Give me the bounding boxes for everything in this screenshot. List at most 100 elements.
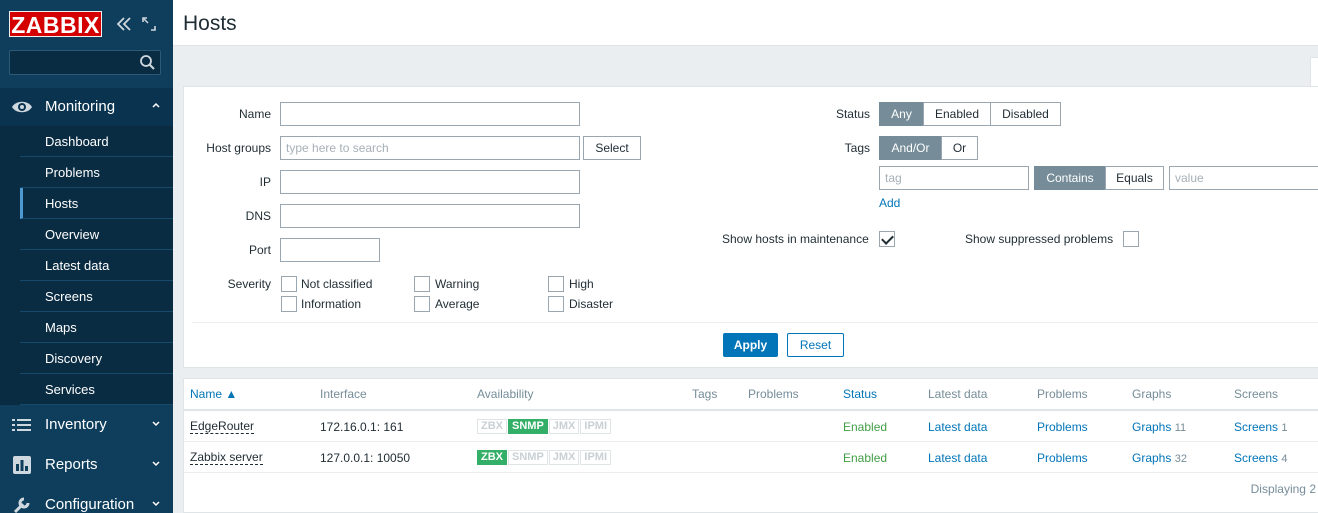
sidebar-search-input[interactable]	[9, 50, 161, 75]
sidebar-item-overview[interactable]: Overview	[20, 219, 173, 250]
column-status-header[interactable]: Status	[843, 387, 877, 401]
host-name-link[interactable]: EdgeRouter	[190, 420, 255, 434]
logo-row: ZABBIX	[9, 11, 169, 39]
hosts-table: Name ▲ Interface Availability Tags Probl…	[183, 378, 1318, 513]
chevron-down-icon	[152, 421, 160, 427]
nav-configuration[interactable]: Configuration	[0, 486, 173, 513]
filter-tab[interactable]	[1310, 57, 1318, 87]
severity-average-checkbox[interactable]	[414, 296, 430, 312]
sidebar-item-problems[interactable]: Problems	[20, 157, 173, 188]
port-label: Port	[248, 243, 271, 257]
tag-name-input[interactable]	[879, 166, 1029, 190]
nav-inventory[interactable]: Inventory	[0, 406, 173, 444]
severity-information-checkbox[interactable]	[281, 296, 297, 312]
show-maintenance-checkbox[interactable]	[879, 231, 895, 247]
tags-or-option[interactable]: Or	[941, 136, 978, 160]
host-status[interactable]: Enabled	[843, 420, 887, 434]
tags-operator-segmented: And/Or Or	[879, 136, 978, 160]
wrench-icon	[13, 497, 30, 513]
availability-badges: ZBX SNMP JMX IPMI	[477, 419, 612, 434]
zabbix-logo[interactable]: ZABBIX	[9, 11, 102, 38]
tag-value-input[interactable]	[1169, 166, 1318, 190]
sidebar-item-hosts[interactable]: Hosts	[20, 188, 173, 219]
reset-button[interactable]: Reset	[787, 333, 844, 357]
name-input[interactable]	[280, 102, 580, 126]
column-availability-header: Availability	[477, 387, 534, 401]
tags-andor-option[interactable]: And/Or	[879, 136, 942, 160]
jmx-badge: JMX	[548, 450, 580, 465]
chevron-down-icon	[152, 501, 160, 507]
latest-data-link[interactable]: Latest data	[928, 451, 987, 465]
maintenance-label: Show hosts in maintenance	[722, 232, 869, 246]
host-interface: 172.16.0.1: 161	[320, 420, 404, 434]
chevron-up-icon	[152, 102, 160, 108]
apply-button[interactable]: Apply	[723, 333, 778, 357]
table-row: EdgeRouter 172.16.0.1: 161 ZBX SNMP JMX …	[184, 411, 1318, 442]
add-tag-link[interactable]: Add	[879, 196, 900, 210]
port-input[interactable]	[280, 238, 380, 262]
severity-label: Severity	[227, 277, 271, 291]
sidebar-item-dashboard[interactable]: Dashboard	[20, 126, 173, 157]
host-status[interactable]: Enabled	[843, 451, 887, 465]
status-enabled-option[interactable]: Enabled	[923, 102, 991, 126]
column-name-header[interactable]: Name ▲	[190, 387, 237, 401]
host-groups-select-button[interactable]: Select	[583, 136, 641, 160]
page-title: Hosts	[183, 12, 237, 35]
severity-information-label: Information	[301, 297, 362, 311]
latest-data-link[interactable]: Latest data	[928, 420, 987, 434]
ipmi-badge: IPMI	[580, 419, 612, 434]
sidebar-item-screens[interactable]: Screens	[20, 281, 173, 312]
ip-input[interactable]	[280, 170, 580, 194]
column-problems2-header: Problems	[1037, 387, 1088, 401]
suppressed-label: Show suppressed problems	[965, 232, 1114, 246]
filter-panel: Name Host groups Select IP DNS Port Seve…	[183, 86, 1318, 368]
severity-not-classified-checkbox[interactable]	[281, 276, 297, 292]
status-disabled-option[interactable]: Disabled	[990, 102, 1061, 126]
column-graphs-header: Graphs	[1132, 387, 1172, 401]
displaying-count: Displaying 2	[1250, 482, 1316, 496]
nav-inventory-label: Inventory	[45, 416, 107, 433]
collapse-sidebar-icon[interactable]	[114, 14, 134, 34]
screens-link[interactable]: Screens 1	[1234, 420, 1288, 434]
severity-high-checkbox[interactable]	[548, 276, 564, 292]
severity-disaster-checkbox[interactable]	[548, 296, 564, 312]
column-latest-header: Latest data	[928, 387, 988, 401]
host-name-link[interactable]: Zabbix server	[190, 451, 263, 465]
severity-warning-checkbox[interactable]	[414, 276, 430, 292]
status-segmented: Any Enabled Disabled	[879, 102, 1061, 126]
sidebar-item-maps[interactable]: Maps	[20, 312, 173, 343]
sidebar-item-latest-data[interactable]: Latest data	[20, 250, 173, 281]
sidebar-item-services[interactable]: Services	[20, 374, 173, 405]
show-suppressed-checkbox[interactable]	[1123, 231, 1139, 247]
kiosk-mode-icon[interactable]	[139, 14, 159, 34]
problems-link[interactable]: Problems	[1037, 420, 1088, 434]
screens-link[interactable]: Screens 4	[1234, 451, 1288, 465]
nav-configuration-label: Configuration	[45, 496, 135, 513]
nav-reports[interactable]: Reports	[0, 446, 173, 484]
snmp-badge: SNMP	[508, 450, 548, 465]
monitoring-submenu: Dashboard Problems Hosts Overview Latest…	[20, 126, 173, 405]
severity-not-classified-label: Not classified	[301, 277, 373, 291]
nav-monitoring[interactable]: Monitoring	[0, 88, 173, 126]
list-icon	[12, 419, 31, 431]
graphs-link[interactable]: Graphs 32	[1132, 451, 1187, 465]
search-icon[interactable]	[139, 54, 156, 71]
zbx-badge: ZBX	[477, 450, 507, 465]
bar-chart-icon	[13, 456, 31, 474]
column-problems-header: Problems	[748, 387, 799, 401]
eye-icon	[12, 101, 32, 113]
column-screens-header: Screens	[1234, 387, 1279, 401]
dns-input[interactable]	[280, 204, 580, 228]
sidebar-item-discovery[interactable]: Discovery	[20, 343, 173, 374]
host-groups-input[interactable]	[280, 136, 580, 160]
tag-equals-option[interactable]: Equals	[1105, 166, 1164, 190]
tag-contains-option[interactable]: Contains	[1034, 166, 1106, 190]
dns-label: DNS	[245, 209, 271, 223]
table-row: Zabbix server 127.0.0.1: 10050 ZBX SNMP …	[184, 442, 1318, 473]
tag-match-segmented: Contains Equals	[1034, 166, 1164, 190]
graphs-link[interactable]: Graphs 11	[1132, 420, 1186, 434]
chevron-down-icon	[152, 461, 160, 467]
problems-link[interactable]: Problems	[1037, 451, 1088, 465]
status-any-option[interactable]: Any	[879, 102, 924, 126]
severity-average-label: Average	[435, 297, 480, 311]
